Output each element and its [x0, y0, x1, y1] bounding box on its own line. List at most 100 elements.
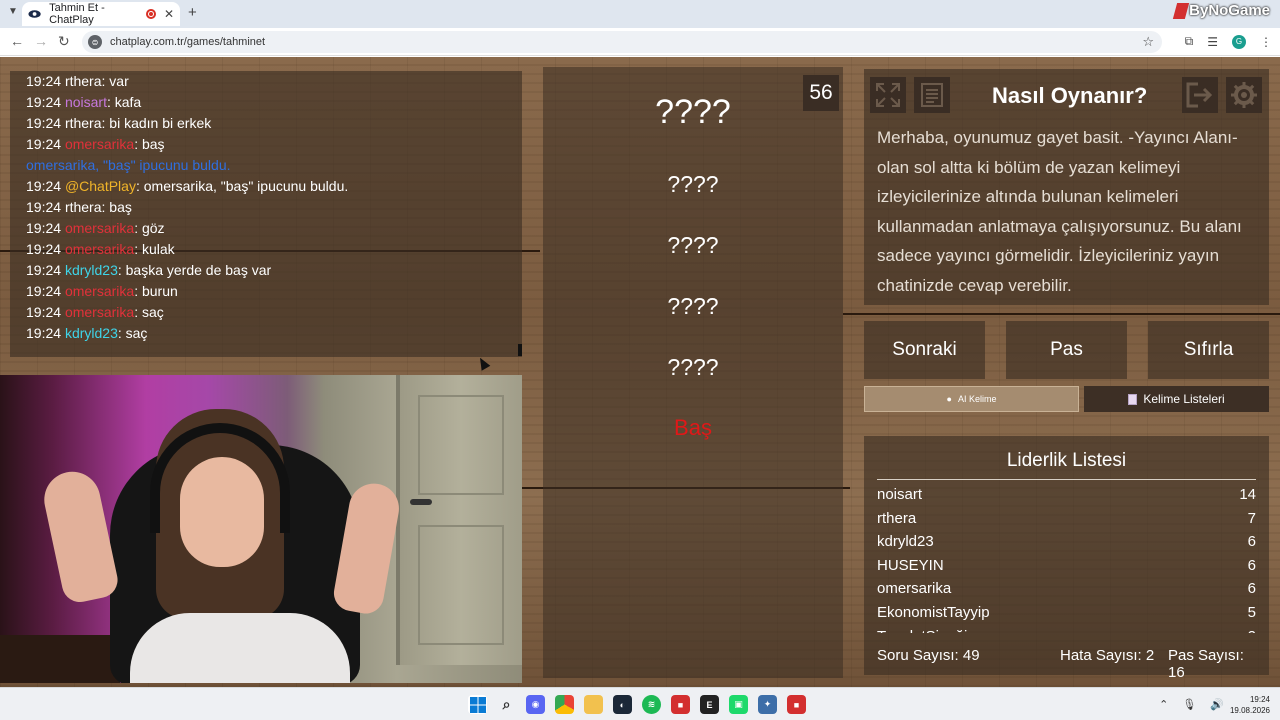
brand-text: ByNoGame [1189, 2, 1270, 19]
clock-time: 19:24 [1249, 695, 1270, 704]
leaderboard-row: EkonomistTayyip 5 [877, 601, 1256, 625]
browser-tab[interactable]: Tahmin Et - ChatPlay ✕ [22, 2, 180, 26]
streamer-left-hand [39, 466, 121, 606]
browser-menu-icon[interactable]: ⋮ [1260, 35, 1272, 49]
chat-message: 19:24 kdryld23: başka yerde de baş var [26, 260, 512, 281]
new-tab-icon[interactable]: + [188, 4, 197, 21]
chat-username[interactable]: omersarika [65, 283, 134, 299]
reload-icon[interactable]: ↻ [58, 33, 70, 50]
chat-message: 19:24 @ChatPlay: omersarika, "baş" ipucu… [26, 176, 512, 197]
start-icon[interactable] [468, 695, 487, 714]
chat-text: göz [141, 220, 165, 236]
chat-scrollbar[interactable] [518, 344, 522, 356]
chat-separator: : [117, 262, 126, 278]
found-taboo-word: Baş [674, 415, 712, 440]
leaderboard-row: TuvaletSineği 2 [877, 625, 1256, 633]
player-score: 6 [1247, 533, 1256, 551]
leaderboard-list[interactable]: noisart 14 rthera 7 kdryld23 6 HUSEYIN 6 omersar… [877, 483, 1256, 633]
chat-panel[interactable]: 19:24 rthera: var 19:24 noisart: kafa 19:2… [10, 71, 522, 357]
folder-icon[interactable] [584, 695, 603, 714]
chat-username[interactable]: noisart [65, 94, 107, 110]
chat-timestamp: 19:24 [26, 241, 62, 257]
chat-text: saç [125, 325, 148, 341]
notes-icon[interactable] [914, 77, 950, 113]
chat-username[interactable]: rthera [65, 199, 102, 215]
chat-timestamp: 19:24 [26, 220, 62, 236]
tab-list-chevron-icon[interactable]: ▼ [8, 6, 18, 17]
chat-separator: : [134, 241, 142, 257]
pass-button[interactable]: Pas [1006, 321, 1127, 379]
chat-message: 19:24 rthera: baş [26, 197, 512, 218]
volume-icon[interactable]: 🔊 [1210, 698, 1224, 711]
reset-button[interactable]: Sıfırla [1148, 321, 1269, 379]
chat-timestamp: 19:24 [26, 199, 62, 215]
back-icon[interactable]: ← [10, 33, 24, 49]
chrome-icon[interactable] [555, 695, 574, 714]
player-name: rthera [877, 509, 917, 527]
chat-text: omersarika, "baş" ipucunu buldu. [143, 178, 349, 194]
chat-text: burun [141, 283, 178, 299]
settings-gear-icon[interactable] [1226, 77, 1262, 113]
player-name: noisart [877, 486, 923, 503]
chat-username[interactable]: kdryld23 [65, 262, 118, 278]
exit-icon[interactable] [1182, 77, 1218, 113]
hidden-word: ???? [667, 293, 719, 319]
brand-logo-icon [1172, 2, 1190, 19]
chat-text: baş [109, 199, 132, 215]
chat-message: 19:24 rthera: var [26, 71, 512, 92]
next-button[interactable]: Sonraki [864, 321, 985, 379]
player-name: omersarika [877, 580, 952, 598]
profile-avatar[interactable]: G [1232, 34, 1246, 49]
wood-crack [843, 313, 1280, 315]
chat-text: kafa [114, 94, 142, 110]
ai-word-button[interactable]: ● AI Kelime [864, 386, 1079, 412]
chat-username[interactable]: rthera [65, 73, 102, 89]
chat-text: kulak [141, 241, 175, 257]
how-to-play-panel: Nasıl Oynanır? Merhaba, oyunumuz gayet b… [864, 69, 1269, 305]
player-score: 5 [1247, 603, 1256, 621]
chat-username[interactable]: @ChatPlay [65, 178, 136, 194]
taskbar-clock[interactable]: 19:24 19.08.2026 [1230, 694, 1270, 716]
steam-icon[interactable]: ◐ [613, 695, 632, 714]
search-icon[interactable]: ⌕ [497, 695, 516, 714]
media-control-icon[interactable]: ☰ [1207, 35, 1218, 49]
chat-username[interactable]: rthera [65, 115, 102, 131]
player-score: 7 [1247, 509, 1256, 527]
app-green-icon[interactable]: ▣ [729, 695, 748, 714]
chat-username[interactable]: omersarika [65, 241, 134, 257]
leaderboard-title: Liderlik Listesi [1006, 450, 1127, 471]
chat-timestamp: 19:24 [26, 262, 62, 278]
chat-username[interactable]: omersarika [65, 220, 134, 236]
spotify-icon[interactable]: ≋ [642, 695, 661, 714]
microphone-icon[interactable]: 🎙 [1182, 698, 1196, 711]
url-field[interactable]: ⊜ chatplay.com.tr/games/tahminet ☆ [82, 31, 1162, 53]
epic-games-icon[interactable]: E [700, 695, 719, 714]
chat-timestamp: 19:24 [26, 283, 62, 299]
bookmark-star-icon[interactable]: ☆ [1142, 34, 1154, 50]
chat-username[interactable]: kdryld23 [65, 325, 118, 341]
tray-chevron-icon[interactable]: ⌃ [1159, 698, 1168, 711]
player-name: EkonomistTayyip [877, 603, 990, 621]
app-red-2-icon[interactable]: ■ [787, 695, 806, 714]
chat-username[interactable]: omersarika [65, 304, 134, 320]
chat-username[interactable]: omersarika, "baş" ipucunu buldu. [26, 157, 231, 173]
extensions-icon[interactable]: ⧉ [1185, 34, 1194, 49]
browser-tab-bar: ▼ Tahmin Et - ChatPlay ✕ + ByNoGame [0, 0, 1280, 28]
question-count: Soru Sayısı: 49 [877, 647, 980, 664]
recording-icon [146, 9, 156, 19]
chat-text: baş [141, 136, 165, 152]
discord-icon[interactable]: ◉ [526, 695, 545, 714]
chat-username[interactable]: omersarika [65, 136, 134, 152]
leaderboard-row: noisart 14 [877, 483, 1256, 507]
chat-message: 19:24 omersarika: saç [26, 302, 512, 323]
chat-text: var [109, 73, 129, 89]
close-tab-icon[interactable]: ✕ [164, 7, 174, 21]
chat-separator: : [134, 304, 142, 320]
forward-icon[interactable]: → [34, 33, 48, 49]
word-lists-button[interactable]: Kelime Listeleri [1084, 386, 1269, 412]
site-info-icon[interactable]: ⊜ [88, 35, 102, 49]
app-red-icon[interactable]: ■ [671, 695, 690, 714]
word-lists-label: Kelime Listeleri [1143, 392, 1225, 406]
app-blue-icon[interactable]: ✦ [758, 695, 777, 714]
fullscreen-icon[interactable] [870, 77, 906, 113]
